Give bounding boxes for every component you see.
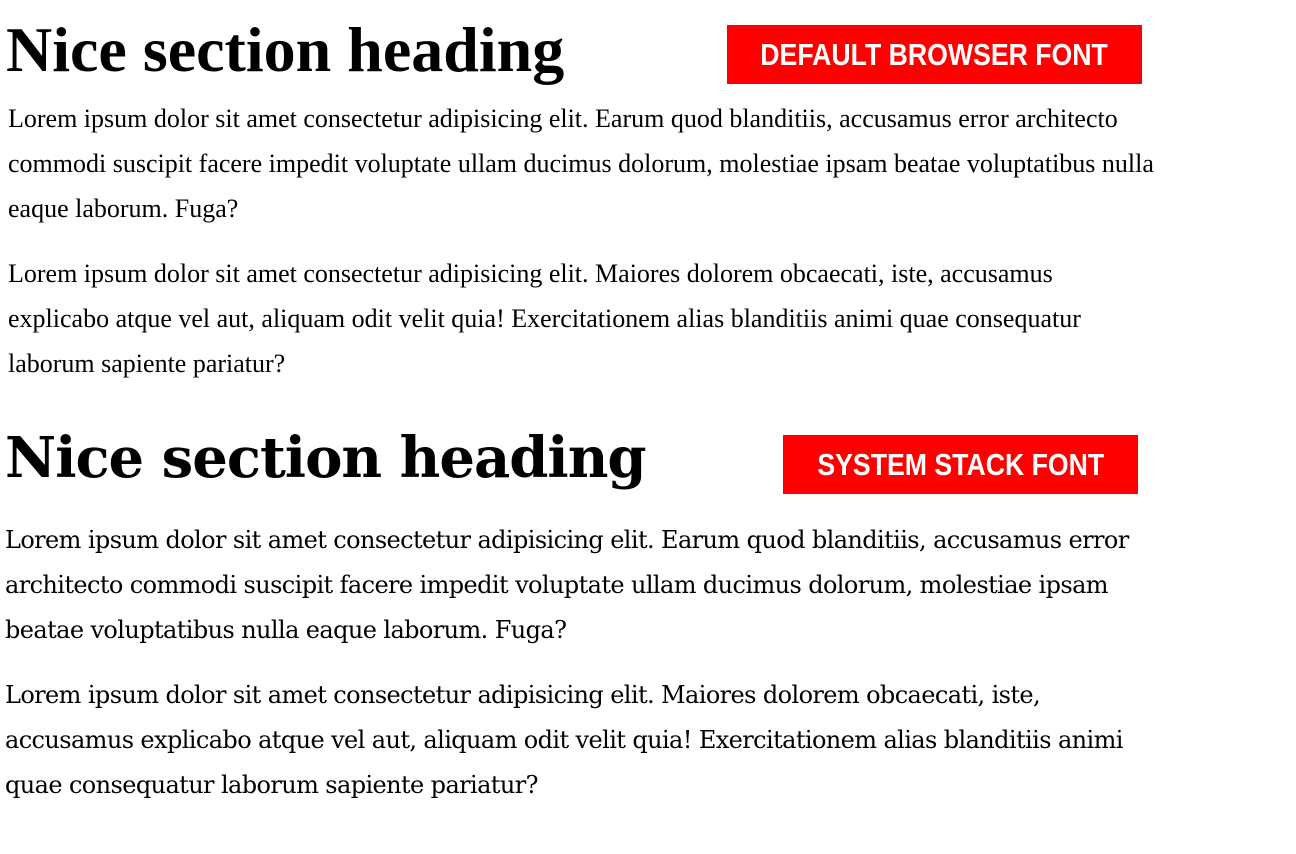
body-paragraph: Lorem ipsum dolor sit amet consectetur a… bbox=[5, 526, 1129, 644]
font-label-badge: DEFAULT BROWSER FONT bbox=[727, 25, 1142, 84]
font-label-badge: SYSTEM STACK FONT bbox=[783, 435, 1138, 494]
section-heading: Nice section heading bbox=[6, 14, 565, 85]
body-paragraph: Lorem ipsum dolor sit amet consectetur a… bbox=[8, 104, 1154, 223]
font-label-text: DEFAULT BROWSER FONT bbox=[760, 37, 1109, 72]
body-paragraph: Lorem ipsum dolor sit amet consectetur a… bbox=[5, 681, 1123, 799]
font-label-text: SYSTEM STACK FONT bbox=[817, 447, 1104, 482]
section-heading: Nice section heading bbox=[5, 425, 647, 491]
body-paragraph: Lorem ipsum dolor sit amet consectetur a… bbox=[8, 259, 1081, 378]
